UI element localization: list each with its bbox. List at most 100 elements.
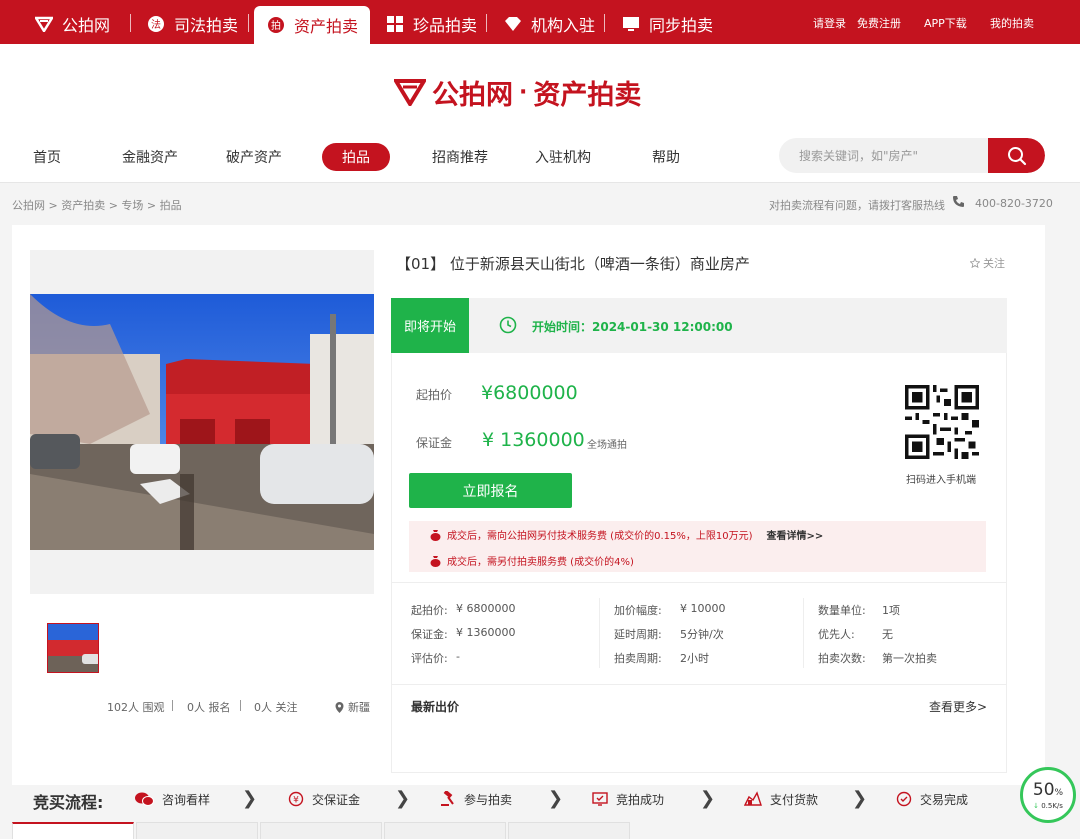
divider bbox=[803, 598, 804, 668]
item-photo[interactable] bbox=[30, 294, 374, 550]
flow-step-success: 竞拍成功 bbox=[592, 790, 664, 808]
spec-value: ¥ 6800000 bbox=[456, 602, 516, 615]
sync-screen-icon bbox=[621, 14, 641, 34]
see-more-link[interactable]: 查看更多> bbox=[929, 698, 987, 715]
divider bbox=[604, 14, 605, 32]
app-download-link[interactable]: APP下载 bbox=[924, 15, 967, 31]
start-price-label: 起拍价 bbox=[416, 388, 453, 402]
gongpai-logo-icon bbox=[34, 14, 54, 34]
success-screen-icon bbox=[592, 792, 608, 806]
flow-step-label: 支付货款 bbox=[770, 792, 819, 807]
nav-institutions[interactable]: 入驻机构 bbox=[535, 143, 591, 171]
latest-bid-heading: 最新出价 bbox=[411, 700, 460, 714]
topnav-sync[interactable]: 同步拍卖 bbox=[609, 6, 725, 42]
site-logo[interactable]: 公拍网 · 资产拍卖 bbox=[394, 73, 641, 111]
flow-step-deposit: ¥ 交保证金 bbox=[288, 790, 360, 808]
topnav-judicial[interactable]: 法 司法拍卖 bbox=[134, 6, 250, 42]
speed-percent-unit: % bbox=[1054, 787, 1064, 798]
spec-value: ¥ 10000 bbox=[680, 602, 726, 615]
topnav-label: 同步拍卖 bbox=[649, 16, 714, 35]
tab-4[interactable] bbox=[384, 822, 506, 839]
topnav-label: 珍品拍卖 bbox=[413, 16, 478, 35]
search-icon bbox=[1007, 146, 1026, 165]
topnav-gongpai[interactable]: 公拍网 bbox=[22, 6, 122, 42]
flow-arrow-icon: ❯ bbox=[548, 788, 564, 809]
spec-key: 起拍价: bbox=[411, 604, 448, 617]
tab-2[interactable] bbox=[136, 822, 258, 839]
tab-1[interactable] bbox=[12, 822, 134, 839]
tab-5[interactable] bbox=[508, 822, 630, 839]
breadcrumb[interactable]: 公拍网 > 资产拍卖 > 专场 > 拍品 bbox=[12, 197, 182, 213]
nav-bankruptcy-assets[interactable]: 破产资产 bbox=[226, 143, 282, 171]
flow-arrow-icon: ❯ bbox=[242, 788, 258, 809]
topnav-asset[interactable]: 拍 资产拍卖 bbox=[254, 6, 371, 44]
spec-key: 数量单位: bbox=[818, 604, 866, 617]
logo-brand: 公拍网 bbox=[432, 79, 513, 111]
divider bbox=[599, 598, 600, 668]
flow-step-label: 交易完成 bbox=[920, 792, 969, 807]
signup-button[interactable]: 立即报名 bbox=[409, 473, 572, 508]
asset-icon: 拍 bbox=[266, 15, 286, 35]
qr-code[interactable] bbox=[905, 385, 979, 459]
nav-help[interactable]: 帮助 bbox=[652, 143, 680, 171]
topnav-label: 司法拍卖 bbox=[174, 16, 239, 35]
payment-icon bbox=[744, 791, 762, 806]
flow-arrow-icon: ❯ bbox=[700, 788, 716, 809]
divider bbox=[172, 700, 173, 711]
search-input[interactable] bbox=[779, 138, 989, 173]
tab-3[interactable] bbox=[260, 822, 382, 839]
location-pin-icon bbox=[335, 701, 344, 713]
flow-step-label: 咨询看样 bbox=[162, 792, 211, 807]
search-box bbox=[779, 138, 1045, 173]
start-price-value: ¥6800000 bbox=[481, 382, 578, 404]
logo-mark-icon bbox=[394, 79, 426, 106]
start-time: 开始时间：2024-01-30 12:00:00 bbox=[532, 320, 733, 334]
speed-rate-value: 0.5K/s bbox=[1041, 801, 1063, 810]
topnav-treasure[interactable]: 珍品拍卖 bbox=[373, 6, 489, 42]
login-link[interactable]: 请登录 bbox=[813, 15, 846, 31]
flow-step-payment: 支付货款 bbox=[744, 790, 818, 808]
speed-percent: 50% bbox=[1033, 781, 1063, 802]
flow-step-label: 交保证金 bbox=[312, 792, 361, 807]
nav-home[interactable]: 首页 bbox=[33, 143, 61, 171]
arrow-down-icon: ↓ bbox=[1033, 801, 1039, 810]
topnav-label: 公拍网 bbox=[62, 16, 111, 35]
status-badge: 即将开始 bbox=[391, 298, 469, 353]
views-count: 102人 围观 bbox=[107, 701, 165, 714]
fee-detail-link[interactable]: 查看详情>> bbox=[766, 527, 823, 542]
topnav-label: 资产拍卖 bbox=[294, 17, 359, 36]
svg-text:¥: ¥ bbox=[293, 796, 299, 806]
nav-recommend[interactable]: 招商推荐 bbox=[432, 143, 488, 171]
follow-label: 关注 bbox=[983, 257, 1005, 270]
money-bag-icon bbox=[430, 555, 441, 567]
treasure-icon bbox=[385, 14, 405, 34]
svg-text:拍: 拍 bbox=[271, 19, 281, 32]
follow-button[interactable]: 关注 bbox=[970, 255, 1005, 271]
hotline-number: 400-820-3720 bbox=[975, 197, 1053, 210]
flow-step-consult: 咨询看样 bbox=[134, 790, 210, 808]
nav-financial-assets[interactable]: 金融资产 bbox=[122, 143, 178, 171]
fee-notice-line: 成交后，需另付拍卖服务费 (成交价的4%) bbox=[430, 553, 634, 568]
flow-arrow-icon: ❯ bbox=[852, 788, 868, 809]
topnav-institution[interactable]: 机构入驻 bbox=[491, 6, 607, 42]
judicial-icon: 法 bbox=[146, 14, 166, 34]
spec-key: 加价幅度: bbox=[614, 604, 662, 617]
nav-lots[interactable]: 拍品 bbox=[322, 143, 390, 171]
logo-section: 资产拍卖 bbox=[533, 79, 642, 111]
deposit-value: ¥ 1360000 bbox=[482, 429, 585, 451]
network-speed-widget[interactable]: 50% ↓ 0.5K/s bbox=[1020, 767, 1076, 823]
flow-step-bid: 参与拍卖 bbox=[440, 790, 512, 808]
svg-text:法: 法 bbox=[151, 18, 161, 31]
my-auction-link[interactable]: 我的拍卖 bbox=[990, 15, 1034, 31]
spec-row: 优先人: 无 bbox=[818, 626, 893, 642]
photo-thumbnail[interactable] bbox=[47, 623, 99, 673]
star-icon bbox=[970, 258, 980, 268]
speed-rate: ↓ 0.5K/s bbox=[1033, 802, 1063, 810]
qr-caption: 扫码进入手机端 bbox=[906, 475, 976, 486]
location-label: 新疆 bbox=[348, 701, 370, 714]
follows-count: 0人 关注 bbox=[254, 701, 298, 714]
register-link[interactable]: 免费注册 bbox=[857, 15, 901, 31]
search-button[interactable] bbox=[988, 138, 1045, 173]
flow-arrow-icon: ❯ bbox=[395, 788, 411, 809]
spec-row: 评估价: - bbox=[411, 650, 460, 666]
